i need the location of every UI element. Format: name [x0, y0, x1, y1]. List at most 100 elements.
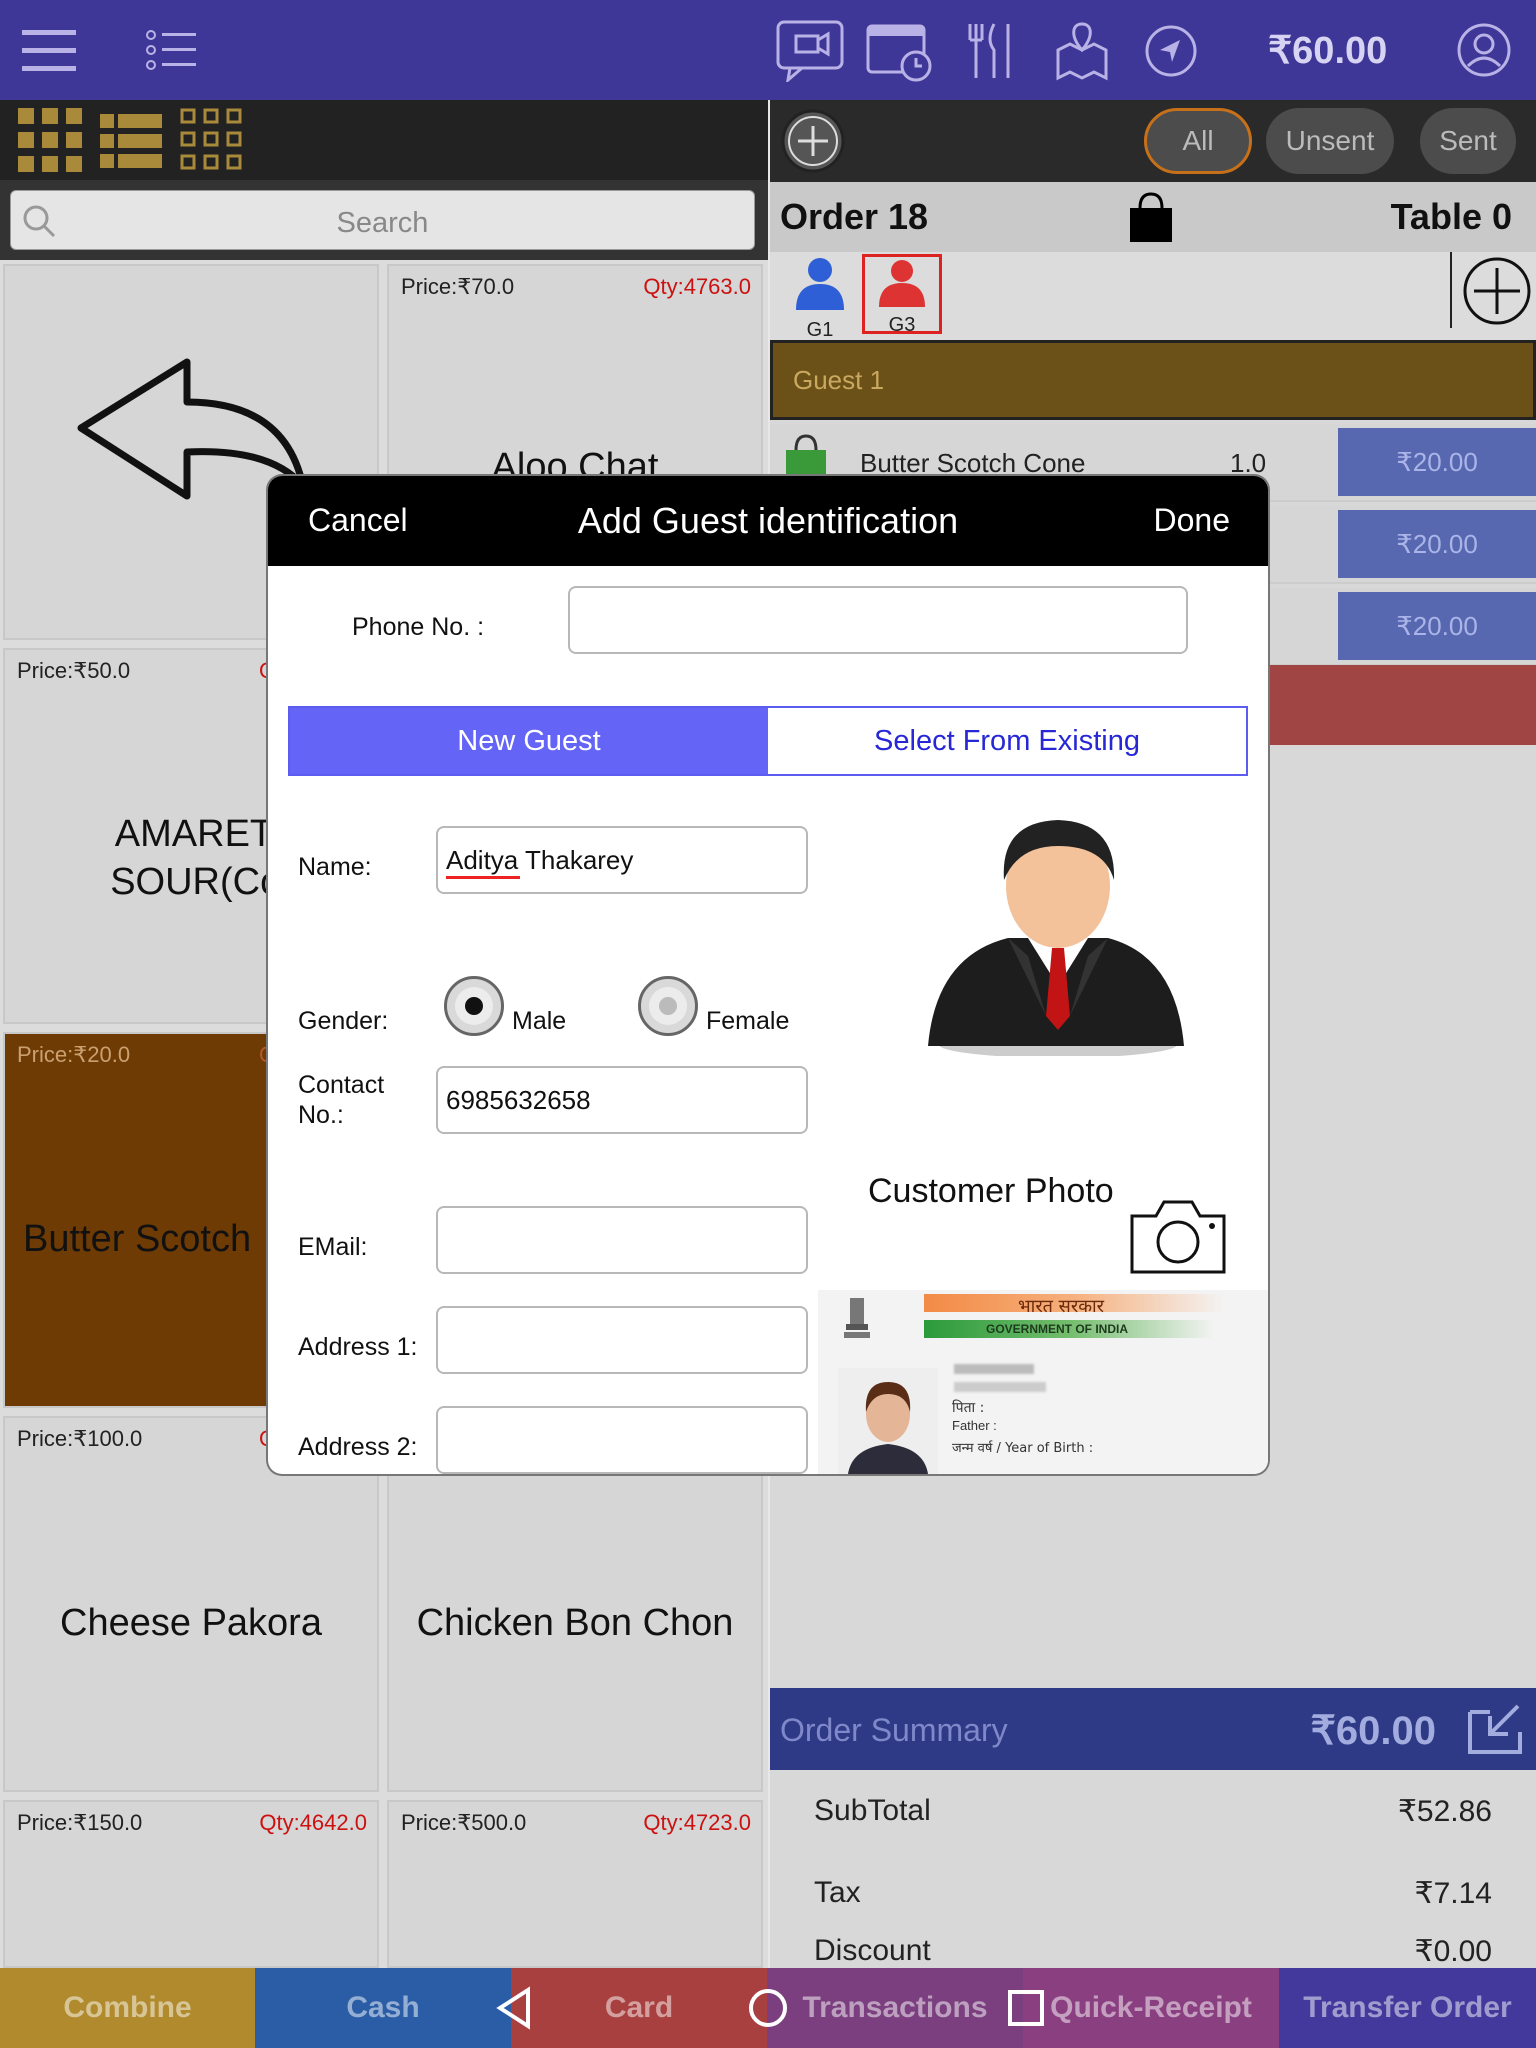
id-card-line5: जन्म वर्ष / Year of Birth :: [952, 1441, 1094, 1456]
address2-input[interactable]: [436, 1406, 808, 1474]
tile-price: Price:₹20.0: [17, 1042, 131, 1067]
add-guest-dialog: Cancel Add Guest identification Done Pho…: [268, 476, 1268, 1474]
tile-price: Price:₹70.0: [401, 274, 515, 299]
guest-section-label: Guest 1: [793, 365, 885, 395]
tile-price: Price:₹50.0: [17, 658, 131, 683]
id-card-line2: GOVERNMENT OF INDIA: [986, 1322, 1129, 1336]
summary-total: ₹60.00: [1310, 1709, 1436, 1753]
navigation-icon[interactable]: [1144, 24, 1198, 78]
male-label: Male: [512, 1007, 567, 1035]
name-value: Aditya Thakarey: [446, 845, 634, 875]
guest-mode-toggle: New Guest Select From Existing: [288, 706, 1248, 776]
top-bar: ₹60.00: [0, 0, 1536, 100]
summary-row-label: Discount: [814, 1934, 931, 1967]
id-card-line4: Father :: [952, 1418, 997, 1433]
phone-input[interactable]: [568, 586, 1188, 654]
dialog-header: Cancel Add Guest identification Done: [268, 476, 1268, 566]
combine-button[interactable]: Combine: [0, 1968, 255, 2048]
filter-all[interactable]: All: [1144, 108, 1252, 174]
summary-row: Discount ₹0.00: [770, 1930, 1536, 1968]
item-price: ₹20.00: [1338, 510, 1536, 578]
dialog-title: Add Guest identification: [577, 500, 959, 541]
chat-icon[interactable]: [776, 20, 846, 82]
search-placeholder: Search: [336, 207, 429, 239]
contact-input[interactable]: 6985632658: [436, 1066, 808, 1134]
grid-large-icon[interactable]: [18, 108, 82, 172]
blurred-text: [954, 1382, 1046, 1392]
guest-section-header[interactable]: Guest 1: [770, 340, 1536, 420]
address2-label: Address 2:: [298, 1433, 418, 1461]
address1-input[interactable]: [436, 1306, 808, 1374]
product-tile[interactable]: Price:₹500.0 Qty:4723.0: [387, 1800, 763, 1968]
tile-qty: Qty:4642.0: [259, 1810, 367, 1835]
guest-red-icon: [879, 260, 925, 307]
summary-row-label: SubTotal: [814, 1794, 931, 1827]
order-filter-bar: All Unsent Sent: [770, 100, 1536, 182]
order-title: Order 18: [780, 196, 929, 237]
guest-chip[interactable]: G1: [788, 254, 852, 341]
nav-home-icon[interactable]: [746, 1986, 790, 2030]
filter-unsent[interactable]: Unsent: [1266, 108, 1394, 174]
filter-sent[interactable]: Sent: [1420, 108, 1516, 174]
done-button[interactable]: Done: [1154, 502, 1231, 539]
guest-label: G3: [888, 314, 916, 336]
nav-back-icon[interactable]: [494, 1986, 534, 2030]
tile-name: Butter Scotch: [23, 1218, 252, 1260]
search-input[interactable]: Search: [10, 190, 755, 250]
summary-row: Tax ₹7.14: [770, 1854, 1536, 1934]
summary-row-value: ₹0.00: [1414, 1935, 1492, 1968]
name-input[interactable]: Aditya Thakarey: [436, 826, 808, 894]
email-input[interactable]: [436, 1206, 808, 1274]
bag-icon[interactable]: [1126, 190, 1176, 244]
name-label: Name:: [298, 853, 372, 881]
summary-row-value: ₹52.86: [1397, 1795, 1492, 1828]
grid-small-icon[interactable]: [180, 108, 242, 170]
card-button[interactable]: Card: [511, 1968, 767, 2048]
transactions-button[interactable]: Transactions: [767, 1968, 1023, 2048]
add-guest-icon[interactable]: [1462, 256, 1532, 326]
tile-price: Price:₹100.0: [17, 1426, 143, 1451]
blurred-text: [954, 1364, 1034, 1374]
quick-receipt-button[interactable]: Quick-Receipt: [1023, 1968, 1279, 2048]
add-order-icon[interactable]: [780, 108, 846, 174]
menu-icon[interactable]: [22, 28, 78, 72]
female-radio[interactable]: [638, 976, 698, 1036]
collapse-icon[interactable]: [1466, 1702, 1524, 1756]
guest-chip-selected[interactable]: G3: [862, 254, 942, 336]
summary-row-label: Tax: [814, 1876, 861, 1909]
product-tile[interactable]: Price:₹150.0 Qty:4642.0: [3, 1800, 379, 1968]
female-label: Female: [706, 1007, 790, 1035]
camera-icon[interactable]: [1128, 1196, 1228, 1276]
id-card-line3: पिता :: [952, 1400, 985, 1416]
spellcheck-underline: [446, 876, 520, 879]
cash-button[interactable]: Cash: [255, 1968, 511, 2048]
id-photo: [838, 1368, 938, 1474]
phone-label: Phone No. :: [352, 613, 485, 641]
order-summary-header[interactable]: Order Summary ₹60.00: [770, 1688, 1536, 1770]
id-card-line1: भारत सरकार: [1018, 1296, 1105, 1317]
item-price: ₹20.00: [1338, 428, 1536, 496]
new-guest-tab[interactable]: New Guest: [290, 708, 768, 774]
guest-blue-icon: [796, 258, 844, 310]
item-price: ₹20.00: [1338, 592, 1536, 660]
list-view-icon[interactable]: [100, 114, 162, 168]
male-radio[interactable]: [444, 976, 504, 1036]
calendar-icon[interactable]: [866, 20, 936, 82]
address1-label: Address 1:: [298, 1333, 418, 1361]
list-icon[interactable]: [146, 30, 196, 70]
item-qty: 1.0: [1230, 448, 1267, 478]
map-icon[interactable]: [1054, 20, 1110, 82]
emblem-icon: [844, 1298, 870, 1338]
user-icon[interactable]: [1456, 22, 1512, 78]
id-card-image[interactable]: भारत सरकार GOVERNMENT OF INDIA पिता : Fa…: [818, 1290, 1268, 1474]
tile-qty: Qty:4723.0: [643, 1810, 751, 1835]
contact-label: Contact No.:: [298, 1071, 385, 1129]
tile-name: Chicken Bon Chon: [416, 1602, 734, 1644]
select-existing-tab[interactable]: Select From Existing: [768, 708, 1246, 774]
transfer-order-button[interactable]: Transfer Order: [1279, 1968, 1536, 2048]
tile-price: Price:₹150.0: [17, 1810, 143, 1835]
nav-recents-icon[interactable]: [1006, 1988, 1046, 2028]
tile-name: Cheese Pakora: [60, 1602, 322, 1644]
customer-avatar-icon[interactable]: [908, 816, 1188, 1056]
dining-icon[interactable]: [966, 20, 1016, 82]
